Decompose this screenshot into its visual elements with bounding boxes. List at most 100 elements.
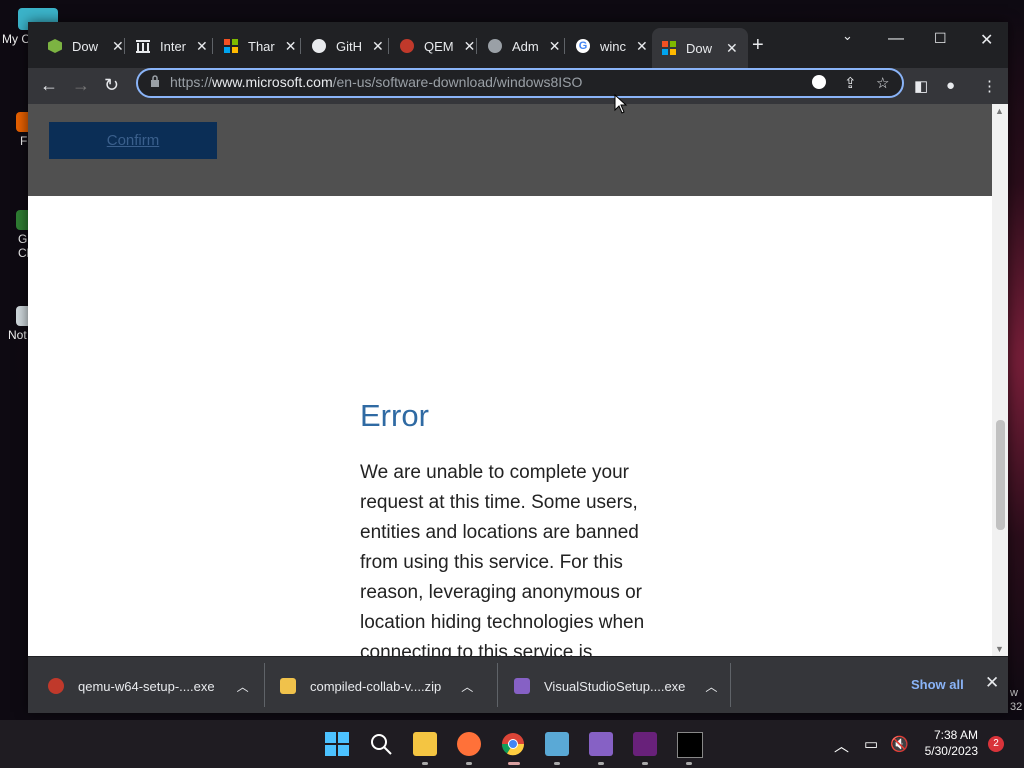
- microsoft-icon: [224, 39, 238, 53]
- download-shelf: qemu-w64-setup-....exe ︿ compiled-collab…: [28, 656, 1008, 713]
- scroll-up-arrow-icon[interactable]: ▲: [995, 106, 1004, 116]
- google-lens-icon[interactable]: [812, 75, 826, 89]
- globe-icon: [488, 39, 502, 53]
- lock-icon: [151, 75, 159, 87]
- error-title: Error: [360, 398, 429, 433]
- chrome-taskbar-icon[interactable]: [501, 732, 525, 756]
- volume-muted-icon[interactable]: 🔇: [890, 735, 909, 753]
- error-message: We are unable to complete your request a…: [360, 462, 645, 656]
- archive-icon: [136, 39, 150, 53]
- confirm-button[interactable]: Confirm: [49, 122, 217, 159]
- start-windows-icon[interactable]: [325, 732, 349, 756]
- download-name: compiled-collab-v....zip: [310, 678, 442, 694]
- close-window-button[interactable]: ✕: [980, 30, 993, 50]
- qemu-icon: [400, 39, 414, 53]
- tab-microsoft-thanks[interactable]: Thar ✕: [224, 33, 296, 59]
- desktop-icon-label: My C: [2, 32, 30, 46]
- chevron-up-icon[interactable]: ︿: [461, 678, 473, 695]
- visual-studio-taskbar-icon[interactable]: [589, 732, 613, 756]
- chevron-up-icon[interactable]: ︿: [237, 678, 249, 695]
- close-icon[interactable]: ✕: [372, 38, 384, 55]
- close-icon[interactable]: ✕: [112, 38, 124, 55]
- tab-github[interactable]: GitH ✕: [312, 33, 384, 59]
- tray-overflow-chevron-icon[interactable]: ︿: [834, 735, 849, 756]
- tab-label: Adm: [512, 38, 539, 54]
- desktop-icon-label: Not: [8, 328, 27, 342]
- tab-label: winc: [600, 38, 627, 54]
- tab-label: Thar: [248, 38, 275, 54]
- tab-internet-archive[interactable]: Inter ✕: [136, 33, 208, 59]
- maximize-button[interactable]: ☐: [934, 30, 947, 47]
- tab-qemu[interactable]: QEM ✕: [400, 33, 475, 59]
- system-clock[interactable]: 7:38 AM 5/30/2023: [916, 727, 978, 759]
- desktop-icon-firefox[interactable]: F: [0, 112, 36, 148]
- visual-studio-installer-icon[interactable]: [633, 732, 657, 756]
- close-icon[interactable]: ✕: [636, 38, 648, 55]
- remote-desktop-icon[interactable]: [545, 732, 569, 756]
- terminal-icon[interactable]: [677, 732, 703, 758]
- taskbar: ︿ ▭ 🔇 7:38 AM 5/30/2023 2: [0, 720, 1024, 768]
- minimize-button[interactable]: —: [888, 30, 904, 48]
- download-name: VisualStudioSetup....exe: [544, 678, 686, 694]
- notification-badge[interactable]: 2: [988, 736, 1004, 752]
- download-name: qemu-w64-setup-....exe: [78, 678, 215, 694]
- desktop-icon-notepad[interactable]: Not: [0, 306, 36, 342]
- tab-label: GitH: [336, 38, 362, 54]
- visual-studio-icon: [514, 678, 530, 694]
- address-bar[interactable]: https://www.microsoft.com/en-us/software…: [136, 68, 904, 98]
- mouse-cursor-icon: [614, 94, 628, 114]
- search-icon[interactable]: [369, 732, 393, 756]
- network-monitor-icon[interactable]: ▭: [864, 735, 878, 753]
- reload-button[interactable]: ↻: [104, 75, 119, 96]
- close-icon[interactable]: ✕: [464, 38, 476, 55]
- chevron-up-icon[interactable]: ︿: [705, 678, 717, 695]
- close-download-shelf-icon[interactable]: ✕: [985, 673, 999, 693]
- package-icon: [48, 39, 62, 53]
- browser-window: Dow ✕ Inter ✕ Thar ✕ GitH ✕ QEM ✕ Adm ✕ …: [28, 22, 1008, 713]
- desktop-icon-chrome[interactable]: G Cl: [0, 210, 36, 260]
- close-icon[interactable]: ✕: [726, 40, 738, 57]
- google-icon: G: [576, 39, 590, 53]
- firefox-taskbar-icon[interactable]: [457, 732, 481, 756]
- tab-download-active[interactable]: Dow ✕: [652, 28, 748, 68]
- zip-folder-icon: [280, 678, 296, 694]
- menu-kebab-icon[interactable]: ⋮: [982, 77, 997, 95]
- clock-time: 7:38 AM: [933, 728, 978, 742]
- scrollbar-thumb[interactable]: [996, 420, 1005, 530]
- share-icon[interactable]: ⇪: [844, 74, 857, 92]
- desktop-edge-text: w 32: [1010, 687, 1023, 713]
- bookmark-star-icon[interactable]: ☆: [876, 74, 889, 92]
- tab-label: Inter: [160, 38, 187, 54]
- new-tab-button[interactable]: +: [752, 34, 764, 57]
- tab-dow-1[interactable]: Dow ✕: [48, 33, 124, 59]
- tab-label: QEM: [424, 38, 454, 54]
- close-icon[interactable]: ✕: [285, 38, 297, 55]
- show-all-downloads-link[interactable]: Show all: [911, 677, 964, 692]
- microsoft-icon: [662, 41, 676, 55]
- overlay-band: Confirm: [28, 104, 992, 196]
- download-item[interactable]: compiled-collab-v....zip ︿: [280, 673, 473, 699]
- profile-icon[interactable]: ●: [946, 77, 955, 94]
- tab-strip: Dow ✕ Inter ✕ Thar ✕ GitH ✕ QEM ✕ Adm ✕ …: [28, 22, 1008, 68]
- desktop-icon-my-computer[interactable]: My C: [0, 8, 58, 46]
- forward-button[interactable]: →: [72, 75, 90, 96]
- github-icon: [312, 39, 326, 53]
- download-item[interactable]: VisualStudioSetup....exe ︿: [514, 673, 717, 699]
- tab-search-chevron-icon[interactable]: ⌄: [842, 28, 853, 44]
- page-content: Confirm Error We are unable to complete …: [28, 104, 992, 656]
- download-item[interactable]: qemu-w64-setup-....exe ︿: [48, 673, 249, 699]
- tab-google-search[interactable]: G winc ✕: [576, 33, 648, 59]
- close-icon[interactable]: ✕: [549, 38, 561, 55]
- tab-label: Dow: [686, 40, 713, 56]
- browser-toolbar: ← → ↻ https://www.microsoft.com/en-us/so…: [28, 68, 1008, 104]
- qemu-file-icon: [48, 678, 64, 694]
- scroll-down-arrow-icon[interactable]: ▼: [995, 644, 1004, 654]
- side-panel-icon[interactable]: ◧: [914, 77, 928, 95]
- tab-label: Dow: [72, 38, 99, 54]
- file-explorer-icon[interactable]: [413, 732, 437, 756]
- tab-admin[interactable]: Adm ✕: [488, 33, 560, 59]
- close-icon[interactable]: ✕: [196, 38, 208, 55]
- clock-date: 5/30/2023: [924, 744, 978, 758]
- page-scrollbar[interactable]: ▲ ▼: [992, 104, 1008, 656]
- back-button[interactable]: ←: [40, 75, 58, 96]
